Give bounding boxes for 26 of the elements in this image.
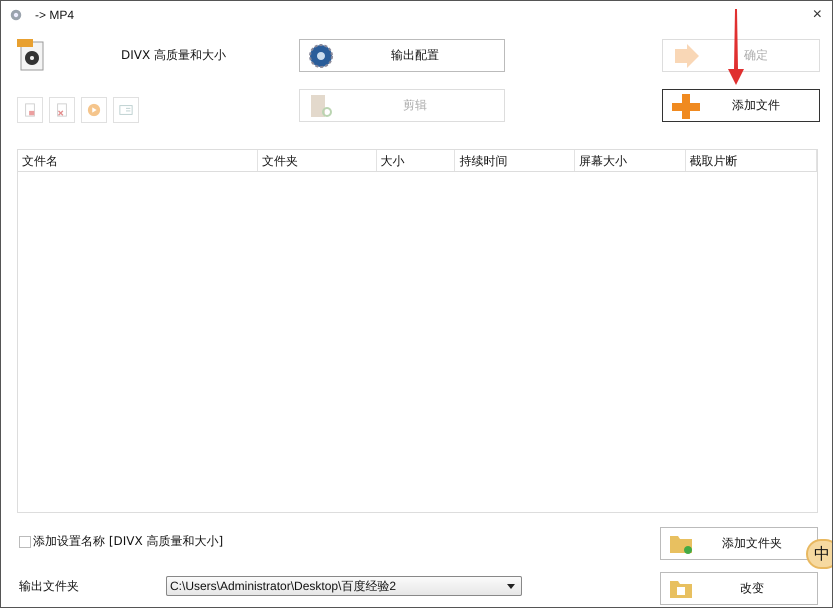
output-folder-dropdown[interactable]: C:\Users\Administrator\Desktop\百度经验2 — [166, 576, 522, 596]
document-icon — [23, 103, 37, 117]
column-header[interactable]: 大小 — [376, 150, 456, 171]
dropdown-arrow-icon — [507, 584, 515, 588]
gear-icon — [308, 42, 334, 68]
delete-document-icon — [55, 103, 69, 117]
window-title: -> MP4 — [35, 8, 74, 22]
output-config-button[interactable]: 输出配置 — [299, 39, 505, 72]
output-folder-label: 输出文件夹 — [19, 578, 80, 594]
app-icon — [9, 8, 23, 22]
video-file-icon — [17, 39, 45, 71]
preset-name: DIVX 高质量和大小 — [121, 46, 226, 64]
change-button[interactable]: 改变 — [660, 572, 818, 605]
list-icon — [119, 103, 133, 117]
play-icon — [87, 103, 101, 117]
column-header[interactable]: 持续时间 — [455, 150, 575, 171]
plus-icon — [671, 92, 701, 118]
checkbox[interactable] — [19, 536, 31, 548]
input-method-badge[interactable]: 中 — [806, 539, 832, 569]
column-header[interactable]: 截取片断 — [686, 150, 817, 171]
checkbox-label[interactable]: 添加设置名称 [DIVX 高质量和大小] — [33, 533, 224, 550]
column-header[interactable]: 屏幕大小 — [574, 150, 686, 171]
column-header[interactable]: 文件夹 — [258, 150, 377, 171]
close-button[interactable]: × — [810, 6, 824, 24]
column-header[interactable]: 文件名 — [18, 150, 258, 171]
add-file-button[interactable]: 添加文件 — [662, 89, 820, 122]
